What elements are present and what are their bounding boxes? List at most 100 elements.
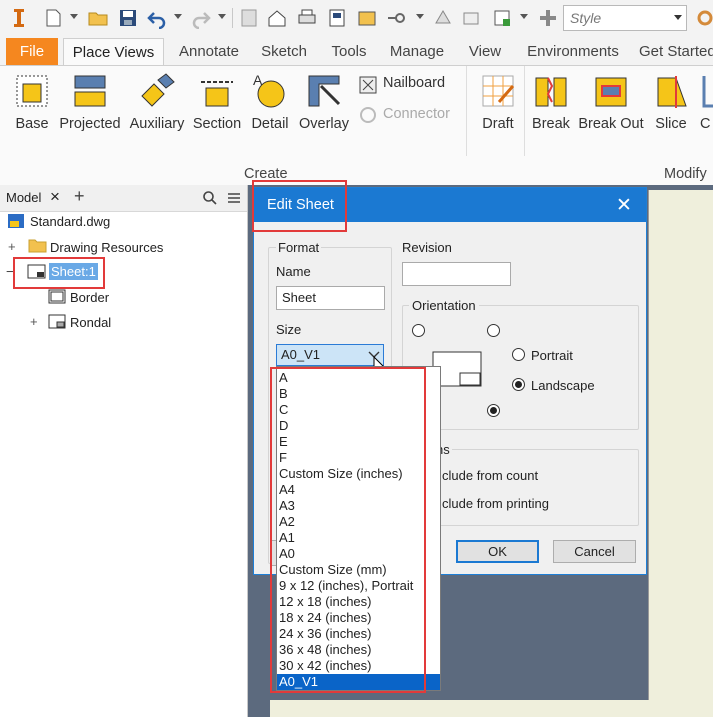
- tab-environments[interactable]: Environments: [518, 38, 628, 65]
- auxiliary-view-button[interactable]: Auxiliary: [126, 66, 188, 162]
- nailboard-button[interactable]: Nailboard: [383, 75, 445, 91]
- base-view-icon: [16, 75, 48, 107]
- projected-view-button[interactable]: Projected: [56, 66, 124, 162]
- portrait-radio[interactable]: [512, 348, 525, 361]
- border-icon: [48, 289, 66, 304]
- tab-get-started[interactable]: Get Started: [634, 38, 713, 65]
- print-icon[interactable]: [296, 7, 318, 29]
- tab-model[interactable]: Model: [6, 190, 41, 205]
- size-label: Size: [276, 322, 302, 337]
- open-folder-icon[interactable]: [87, 7, 109, 29]
- add-tab-icon[interactable]: +: [74, 186, 85, 207]
- detail-view-button[interactable]: A Detail: [246, 66, 294, 162]
- auxiliary-view-icon: [141, 73, 175, 107]
- crop-label: C: [700, 116, 711, 132]
- undo-icon[interactable]: [146, 7, 168, 29]
- tab-sketch[interactable]: Sketch: [254, 38, 314, 65]
- crop-icon: [702, 76, 713, 108]
- nailboard-icon[interactable]: [357, 74, 379, 96]
- draft-view-label: Draft: [482, 116, 514, 132]
- break-button[interactable]: Break: [528, 66, 574, 162]
- landscape-radio[interactable]: [512, 378, 525, 391]
- overlay-view-icon: [308, 75, 341, 107]
- ribbon-tab-bar: File Place Views Annotate Sketch Tools M…: [0, 38, 713, 65]
- group-modify-label: Modify: [664, 166, 707, 182]
- section-view-button[interactable]: Section: [190, 66, 244, 162]
- tree-item-border[interactable]: Border: [70, 290, 109, 305]
- plus-icon[interactable]: [537, 7, 559, 29]
- tab-view[interactable]: View: [460, 38, 510, 65]
- select-icon[interactable]: [386, 7, 408, 29]
- orientation-top-left-radio[interactable]: [412, 324, 425, 337]
- style-selector[interactable]: Style: [563, 5, 687, 31]
- revision-input[interactable]: [402, 262, 511, 286]
- ok-button[interactable]: OK: [456, 540, 539, 563]
- highlight-sheet: [13, 257, 105, 289]
- exclude-count-label: clude from count: [442, 468, 539, 483]
- slice-label: Slice: [655, 116, 687, 132]
- base-view-button[interactable]: Base: [8, 66, 56, 162]
- update-icon[interactable]: [238, 7, 260, 29]
- section-view-icon: [201, 81, 233, 107]
- drawing-file-icon: [8, 214, 24, 228]
- exclude-printing-label: clude from printing: [442, 496, 549, 511]
- name-label: Name: [276, 264, 311, 279]
- orientation-top-right-radio[interactable]: [487, 324, 500, 337]
- new-dropdown-icon[interactable]: [70, 14, 78, 19]
- name-input[interactable]: Sheet: [276, 286, 385, 310]
- orientation-label: Orientation: [409, 298, 479, 313]
- dialog-close-icon[interactable]: ✕: [616, 194, 632, 217]
- title-block-icon: [48, 314, 66, 329]
- tree-item-root[interactable]: Standard.dwg: [30, 214, 110, 229]
- orientation-bottom-right-radio[interactable]: [487, 404, 500, 417]
- material-icon[interactable]: [460, 7, 482, 29]
- inventor-logo-icon[interactable]: [8, 7, 30, 29]
- search-icon[interactable]: [202, 190, 218, 206]
- connector-button: Connector: [383, 106, 450, 122]
- detail-view-label: Detail: [251, 116, 289, 132]
- projected-view-icon: [74, 75, 106, 107]
- break-out-icon: [595, 77, 627, 107]
- color-dropdown-icon[interactable]: [520, 14, 528, 19]
- tab-tools[interactable]: Tools: [321, 38, 377, 65]
- drawing-sheet: [648, 190, 713, 717]
- landscape-label: Landscape: [531, 378, 595, 393]
- home-icon[interactable]: [266, 7, 288, 29]
- slice-button[interactable]: Slice: [648, 66, 694, 162]
- tree-item-drawing-resources[interactable]: Drawing Resources: [50, 240, 163, 255]
- overlay-view-button[interactable]: Overlay: [296, 66, 352, 162]
- tab-manage[interactable]: Manage: [384, 38, 450, 65]
- menu-icon[interactable]: [226, 190, 242, 206]
- expand-rondal-icon[interactable]: +: [30, 314, 38, 329]
- close-icon[interactable]: ×: [50, 187, 60, 207]
- tab-place-views[interactable]: Place Views: [63, 38, 164, 65]
- crop-button[interactable]: C: [696, 66, 713, 162]
- tab-annotate[interactable]: Annotate: [170, 38, 248, 65]
- redo-dropdown-icon[interactable]: [218, 14, 226, 19]
- format-label: Format: [276, 240, 322, 255]
- save-icon[interactable]: [117, 7, 139, 29]
- style-dropdown-icon[interactable]: [674, 15, 682, 20]
- properties-icon[interactable]: [326, 7, 348, 29]
- appearance-icon[interactable]: [432, 7, 454, 29]
- quick-access-toolbar: Style: [0, 0, 713, 39]
- base-view-label: Base: [15, 116, 49, 132]
- break-out-label: Break Out: [578, 116, 644, 132]
- undo-dropdown-icon[interactable]: [174, 14, 182, 19]
- tab-file[interactable]: File: [6, 38, 58, 65]
- redo-icon[interactable]: [190, 7, 212, 29]
- tree-item-rondal[interactable]: Rondal: [70, 315, 111, 330]
- revision-label: Revision: [402, 240, 452, 255]
- expand-icon[interactable]: +: [8, 239, 16, 254]
- break-out-button[interactable]: Break Out: [576, 66, 646, 162]
- project-icon[interactable]: [356, 7, 378, 29]
- select-dropdown-icon[interactable]: [416, 14, 424, 19]
- cancel-button[interactable]: Cancel: [553, 540, 636, 563]
- new-document-icon[interactable]: [42, 7, 64, 29]
- portrait-label: Portrait: [531, 348, 573, 363]
- highlight-size-list: [270, 367, 426, 693]
- draft-view-button[interactable]: Draft: [474, 66, 522, 162]
- settings-icon[interactable]: [694, 7, 713, 29]
- ribbon-panel: Base Projected Auxiliary Section A Detai…: [0, 65, 713, 186]
- color-icon[interactable]: [491, 7, 513, 29]
